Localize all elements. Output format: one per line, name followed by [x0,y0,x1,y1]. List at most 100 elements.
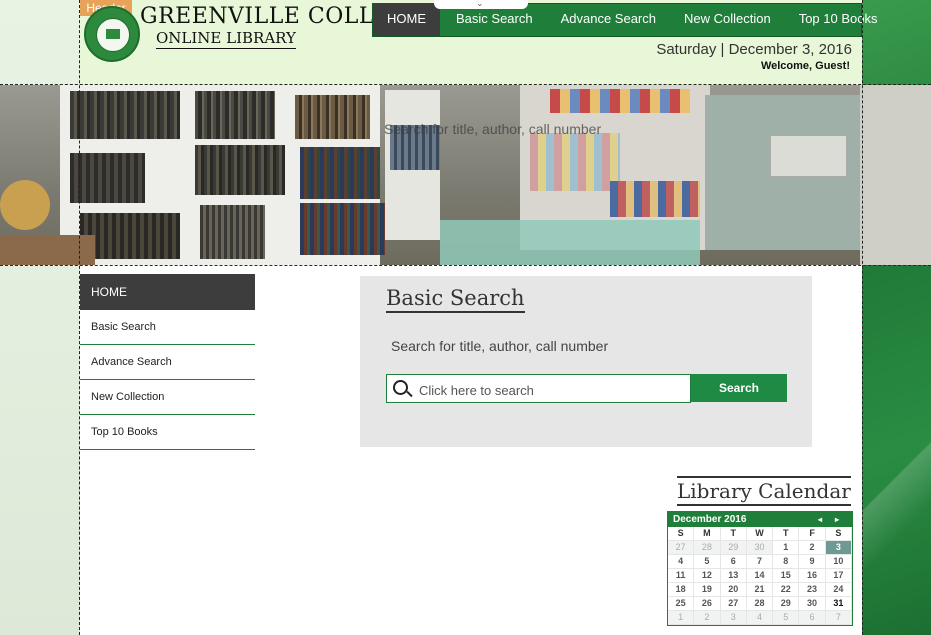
sidebar-item-home[interactable]: HOME [80,274,255,310]
calendar-day[interactable]: 19 [694,583,721,597]
calendar-day[interactable]: 2 [694,611,721,625]
chairs [440,220,700,265]
calendar-day[interactable]: 10 [825,555,852,569]
calendar-month: December 2016 [673,514,747,525]
welcome-message: Welcome, Guest! [760,60,850,72]
calendar-day[interactable]: 6 [799,611,826,625]
calendar-day[interactable]: 18 [668,583,695,597]
desk [0,235,95,265]
seal-book-icon [106,29,120,39]
current-date: Saturday | December 3, 2016 [656,41,852,58]
editor-guide [0,265,931,266]
search-icon [393,380,408,395]
sidebar-item-top-10-books[interactable]: Top 10 Books [80,415,255,450]
basic-search-panel: Basic Search Search for title, author, c… [360,276,812,447]
calendar-day[interactable]: 9 [799,555,826,569]
books-row [195,91,275,139]
books-row [200,205,265,259]
editor-guide [862,0,863,635]
seal-inner [96,18,130,52]
books-row [70,153,145,203]
sidebar-item-new-collection[interactable]: New Collection [80,380,255,415]
search-description: Search for title, author, call number [391,338,609,354]
search-box[interactable] [386,374,691,403]
library-banner-image: Search for title, author, call number [0,85,931,265]
calendar-day[interactable]: 11 [668,569,695,583]
magazines-row [530,133,620,191]
bookshelf-right [860,85,931,265]
chevron-left-icon[interactable]: ◂ [818,512,822,527]
sidebar-item-basic-search[interactable]: Basic Search [80,310,255,345]
calendar-day[interactable]: 4 [668,555,695,569]
library-calendar: December 2016 ◂ ▸ S M T W T F S 27 28 29 30 1 2 3 4 5 6 7… [667,511,853,626]
magazines-row [610,181,700,217]
calendar-day[interactable]: 21 [746,583,774,597]
calendar-weekday: M [694,527,721,541]
topnav-new-collection[interactable]: New Collection [670,4,785,36]
calendar-day[interactable]: 14 [746,569,774,583]
calendar-day[interactable]: 7 [746,555,774,569]
chevron-right-icon[interactable]: ▸ [835,512,839,527]
topnav-advance-search[interactable]: Advance Search [547,4,670,36]
calendar-day[interactable]: 15 [773,569,800,583]
calendar-day[interactable]: 13 [720,569,747,583]
books-row [80,213,180,259]
calendar-day[interactable]: 1 [668,611,695,625]
books-row [300,203,385,255]
topnav-home[interactable]: HOME [373,4,440,36]
calendar-day[interactable]: 27 [720,597,747,611]
calendar-header: December 2016 ◂ ▸ [668,512,852,527]
calendar-day[interactable]: 1 [773,541,800,555]
college-seal-icon [84,6,140,62]
calendar-day[interactable]: 23 [799,583,826,597]
calendar-weekday: T [773,527,800,541]
calendar-day[interactable]: 3 [720,611,747,625]
topnav-top-10-books[interactable]: Top 10 Books [785,4,892,36]
calendar-day[interactable]: 26 [694,597,721,611]
calendar-day[interactable]: 25 [668,597,695,611]
calendar-day[interactable]: 31 [825,597,852,611]
calendar-day[interactable]: 30 [746,541,774,555]
search-button[interactable]: Search [691,374,787,402]
calendar-day[interactable]: 20 [720,583,747,597]
banner-overlay-text: Search for title, author, call number [384,121,602,137]
calendar-day[interactable]: 30 [799,597,826,611]
calendar-day[interactable]: 16 [799,569,826,583]
calendar-day[interactable]: 29 [720,541,747,555]
calendar-day[interactable]: 29 [773,597,800,611]
calendar-day[interactable]: 5 [694,555,721,569]
calendar-weekday: T [720,527,747,541]
search-title: Basic Search [386,286,525,313]
calendar-weekday: F [799,527,826,541]
calendar-day[interactable]: 5 [773,611,800,625]
books-row [70,91,180,139]
chevron-down-icon: ⌄ [476,0,484,8]
calendar-day[interactable]: 2 [799,541,826,555]
side-navigation: HOME Basic Search Advance Search New Col… [80,274,255,450]
calendar-day[interactable]: 3 [825,541,852,555]
calendar-day[interactable]: 4 [746,611,774,625]
search-input[interactable] [417,379,681,401]
books-row [300,147,380,199]
calendar-day[interactable]: 12 [694,569,721,583]
calendar-day[interactable]: 17 [825,569,852,583]
calendar-day[interactable]: 6 [720,555,747,569]
calendar-title: Library Calendar [677,476,851,506]
sidebar-item-advance-search[interactable]: Advance Search [80,345,255,380]
calendar-day[interactable]: 24 [825,583,852,597]
background-stripe [862,380,931,635]
calendar-weekday: S [825,527,852,541]
calendar-day[interactable]: 22 [773,583,800,597]
globe-icon [0,180,50,230]
aircon-unit [770,135,847,177]
calendar-day[interactable]: 27 [668,541,695,555]
calendar-day[interactable]: 8 [773,555,800,569]
editor-guide [0,84,931,85]
calendar-day[interactable]: 7 [825,611,852,625]
calendar-day[interactable]: 28 [694,541,721,555]
calendar-weekday: W [746,527,774,541]
logo-subtitle[interactable]: ONLINE LIBRARY [156,29,296,49]
calendar-grid: S M T W T F S 27 28 29 30 1 2 3 4 5 6 7 8 9 10 11 12 13 14 15 16 17… [668,527,852,625]
calendar-day[interactable]: 28 [746,597,774,611]
books-row [195,145,285,195]
